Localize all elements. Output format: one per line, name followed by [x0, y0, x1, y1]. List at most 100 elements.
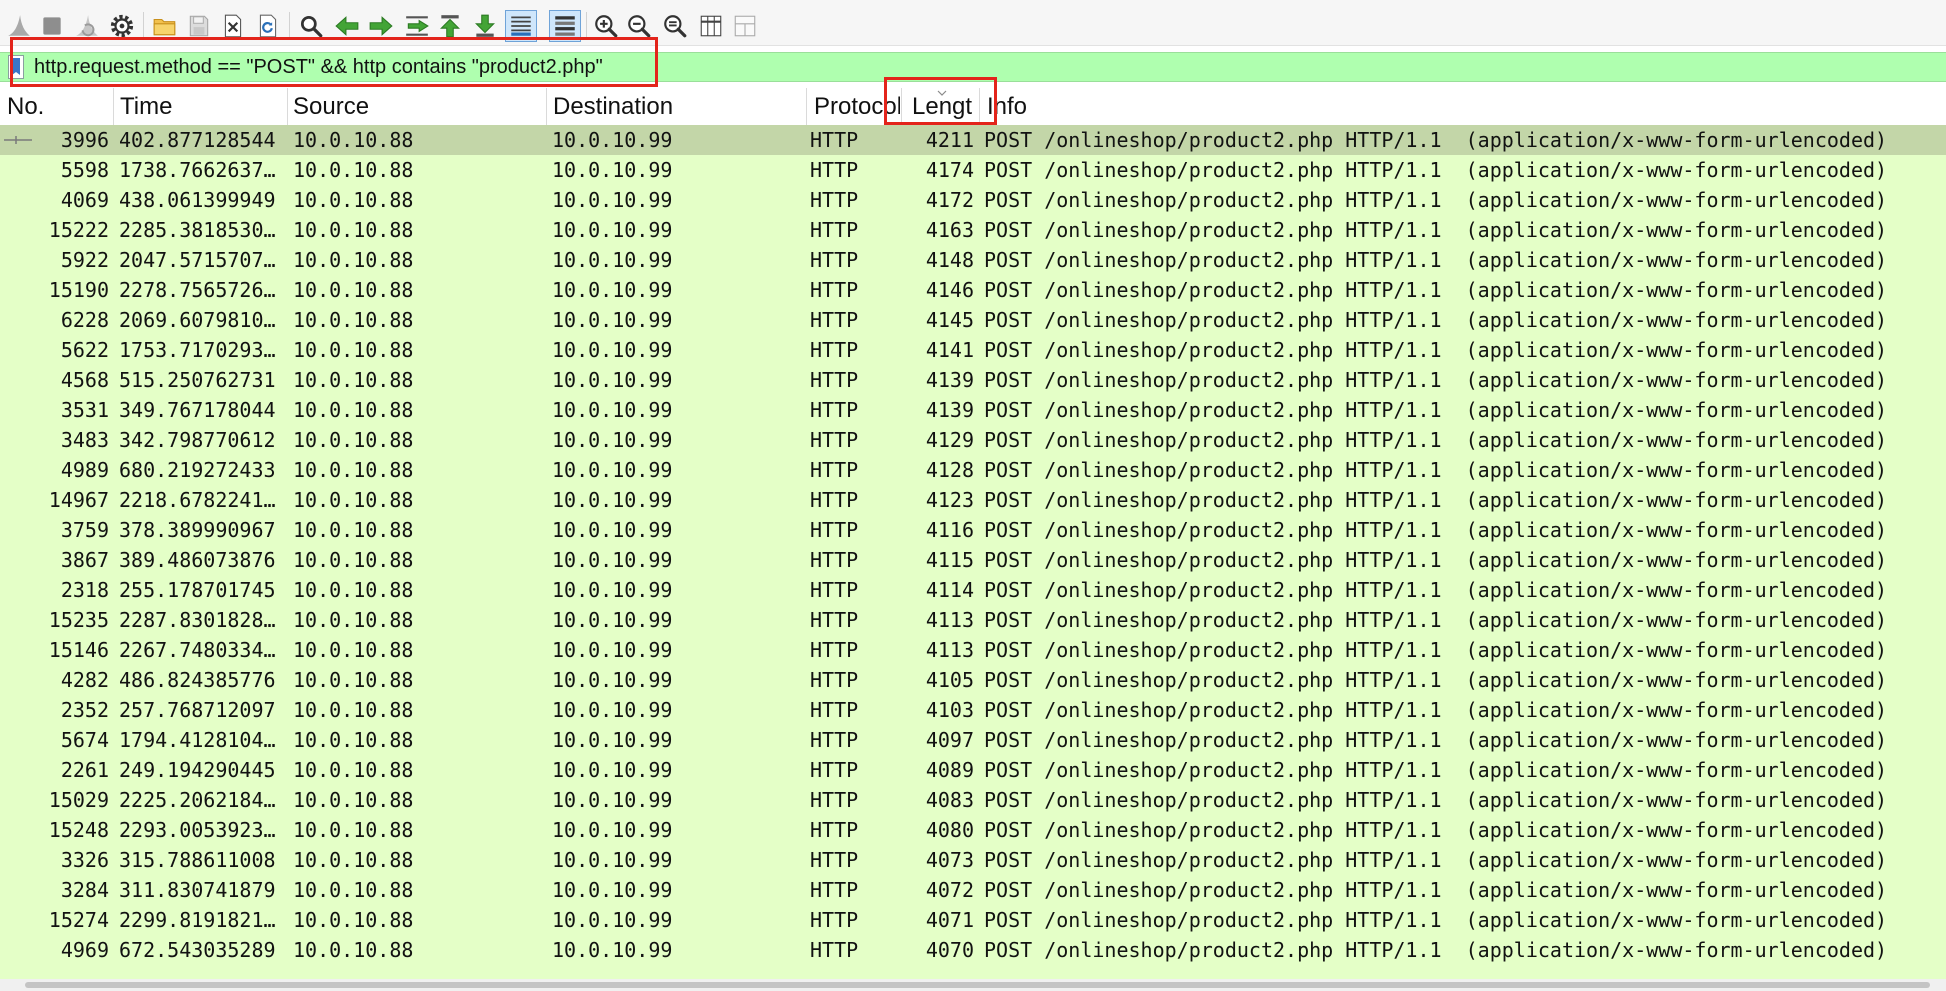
cell-protocol: HTTP: [810, 398, 859, 422]
packet-row[interactable]: 3996 402.877128544 10.0.10.88 10.0.10.99 HTT…: [0, 125, 1946, 155]
column-header-info[interactable]: Info: [980, 88, 1946, 125]
cell-source: 10.0.10.88: [293, 188, 414, 212]
go-to-packet-button[interactable]: [401, 10, 433, 42]
packet-row[interactable]: 15274 2299.8191821… 10.0.10.88 10.0.10.99 HT…: [0, 905, 1946, 935]
packet-row[interactable]: 4282 486.824385776 10.0.10.88 10.0.10.99 HTT…: [0, 665, 1946, 695]
packet-row[interactable]: 3867 389.486073876 10.0.10.88 10.0.10.99 HTT…: [0, 545, 1946, 575]
packet-row[interactable]: 3326 315.788611008 10.0.10.88 10.0.10.99 HTT…: [0, 845, 1946, 875]
cell-source: 10.0.10.88: [293, 518, 414, 542]
go-forward-button[interactable]: [365, 10, 397, 42]
cell-length: 4116: [925, 518, 974, 542]
column-header-destination[interactable]: Destination: [547, 88, 807, 125]
packet-row[interactable]: 15029 2225.2062184… 10.0.10.88 10.0.10.99 HT…: [0, 785, 1946, 815]
cell-info: POST /onlineshop/product2.php HTTP/1.1 (…: [984, 128, 1888, 152]
go-last-packet-button[interactable]: [469, 10, 501, 42]
save-file-button[interactable]: [183, 10, 215, 42]
packet-row[interactable]: 3759 378.389990967 10.0.10.88 10.0.10.99 HTT…: [0, 515, 1946, 545]
cell-source: 10.0.10.88: [293, 728, 414, 752]
cell-source: 10.0.10.88: [293, 758, 414, 782]
cell-protocol: HTTP: [810, 488, 859, 512]
cell-destination: 10.0.10.99: [552, 668, 673, 692]
cell-info: POST /onlineshop/product2.php HTTP/1.1 (…: [984, 638, 1888, 662]
bookmark-icon[interactable]: [8, 55, 24, 79]
zoom-out-button[interactable]: [623, 10, 655, 42]
display-filter-input[interactable]: [34, 53, 1934, 81]
cell-time: 2069.6079810…: [119, 308, 276, 332]
colorize-toggle[interactable]: [549, 10, 581, 42]
autoscroll-toggle[interactable]: [505, 10, 537, 42]
cell-length: 4083: [925, 788, 974, 812]
packet-row[interactable]: 15190 2278.7565726… 10.0.10.88 10.0.10.99 HT…: [0, 275, 1946, 305]
packet-row[interactable]: 15248 2293.0053923… 10.0.10.88 10.0.10.99 HT…: [0, 815, 1946, 845]
column-header-time[interactable]: Time: [114, 88, 288, 125]
resize-columns-icon: [700, 15, 722, 37]
column-header-label: Protocol: [814, 93, 900, 120]
find-packet-button[interactable]: [295, 10, 327, 42]
column-header-label: Time: [120, 93, 173, 120]
packet-row-partial[interactable]: [0, 965, 1946, 979]
cell-info: POST /onlineshop/product2.php HTTP/1.1 (…: [984, 458, 1888, 482]
zoom-normal-button[interactable]: [659, 10, 691, 42]
packet-row[interactable]: 5674 1794.4128104… 10.0.10.88 10.0.10.99 HTT…: [0, 725, 1946, 755]
packet-row[interactable]: 15222 2285.3818530… 10.0.10.88 10.0.10.99 HT…: [0, 215, 1946, 245]
horizontal-scrollbar[interactable]: [0, 979, 1946, 991]
zoom-out-icon: [628, 15, 651, 38]
column-header-protocol[interactable]: Protocol: [807, 88, 902, 125]
cell-destination: 10.0.10.99: [552, 818, 673, 842]
cell-protocol: HTTP: [810, 908, 859, 932]
cell-source: 10.0.10.88: [293, 428, 414, 452]
packet-row[interactable]: 2261 249.194290445 10.0.10.88 10.0.10.99 HTT…: [0, 755, 1946, 785]
packet-row[interactable]: 14967 2218.6782241… 10.0.10.88 10.0.10.99 HT…: [0, 485, 1946, 515]
packet-row[interactable]: 4969 672.543035289 10.0.10.88 10.0.10.99 HTT…: [0, 935, 1946, 965]
scrollbar-thumb[interactable]: [25, 982, 1930, 988]
toolbar-separator: [143, 12, 144, 40]
restart-capture-button[interactable]: [71, 10, 103, 42]
zoom-in-button[interactable]: [590, 10, 622, 42]
cell-no: 3531: [60, 398, 109, 422]
open-file-button[interactable]: [149, 10, 181, 42]
go-back-button[interactable]: [331, 10, 363, 42]
resize-columns-button[interactable]: [695, 10, 727, 42]
packet-row[interactable]: 15235 2287.8301828… 10.0.10.88 10.0.10.99 HT…: [0, 605, 1946, 635]
packet-row[interactable]: 5598 1738.7662637… 10.0.10.88 10.0.10.99 HTT…: [0, 155, 1946, 185]
start-capture-button[interactable]: [3, 10, 35, 42]
cell-no: 15029: [48, 788, 109, 812]
packet-row[interactable]: 4568 515.250762731 10.0.10.88 10.0.10.99 HTT…: [0, 365, 1946, 395]
packet-row[interactable]: 3483 342.798770612 10.0.10.88 10.0.10.99 HTT…: [0, 425, 1946, 455]
reload-file-button[interactable]: [252, 10, 284, 42]
cell-no: 14967: [48, 488, 109, 512]
packet-row[interactable]: 15146 2267.7480334… 10.0.10.88 10.0.10.99 HT…: [0, 635, 1946, 665]
stop-capture-button[interactable]: [36, 10, 68, 42]
cell-protocol: HTTP: [810, 578, 859, 602]
cell-destination: 10.0.10.99: [552, 488, 673, 512]
cell-length: 4123: [925, 488, 974, 512]
layout-button[interactable]: [729, 10, 761, 42]
reload-icon: [259, 14, 277, 38]
packet-row[interactable]: 4989 680.219272433 10.0.10.88 10.0.10.99 HTT…: [0, 455, 1946, 485]
cell-destination: 10.0.10.99: [552, 128, 673, 152]
close-file-button[interactable]: [217, 10, 249, 42]
packet-list[interactable]: 3996 402.877128544 10.0.10.88 10.0.10.99 HTT…: [0, 125, 1946, 979]
packet-row[interactable]: 3284 311.830741879 10.0.10.88 10.0.10.99 HTT…: [0, 875, 1946, 905]
cell-no: 4282: [60, 668, 109, 692]
cell-destination: 10.0.10.99: [552, 518, 673, 542]
capture-options-button[interactable]: [106, 10, 138, 42]
go-first-packet-button[interactable]: [434, 10, 466, 42]
column-header-no[interactable]: No.: [0, 88, 114, 125]
packet-row[interactable]: 4069 438.061399949 10.0.10.88 10.0.10.99 HTT…: [0, 185, 1946, 215]
cell-info: POST /onlineshop/product2.php HTTP/1.1 (…: [984, 218, 1888, 242]
column-header-length[interactable]: Length: [902, 88, 980, 125]
cell-info: POST /onlineshop/product2.php HTTP/1.1 (…: [984, 698, 1888, 722]
cell-no: 5598: [60, 158, 109, 182]
cell-destination: 10.0.10.99: [552, 608, 673, 632]
column-header-source[interactable]: Source: [288, 88, 547, 125]
packet-row[interactable]: 5922 2047.5715707… 10.0.10.88 10.0.10.99 HTT…: [0, 245, 1946, 275]
packet-row[interactable]: 2352 257.768712097 10.0.10.88 10.0.10.99 HTT…: [0, 695, 1946, 725]
packet-row[interactable]: 5622 1753.7170293… 10.0.10.88 10.0.10.99 HTT…: [0, 335, 1946, 365]
packet-row[interactable]: 3531 349.767178044 10.0.10.88 10.0.10.99 HTT…: [0, 395, 1946, 425]
cell-destination: 10.0.10.99: [552, 338, 673, 362]
cell-time: 342.798770612: [119, 428, 276, 452]
packet-row[interactable]: 2318 255.178701745 10.0.10.88 10.0.10.99 HTT…: [0, 575, 1946, 605]
packet-row[interactable]: 6228 2069.6079810… 10.0.10.88 10.0.10.99 HTT…: [0, 305, 1946, 335]
cell-source: 10.0.10.88: [293, 848, 414, 872]
